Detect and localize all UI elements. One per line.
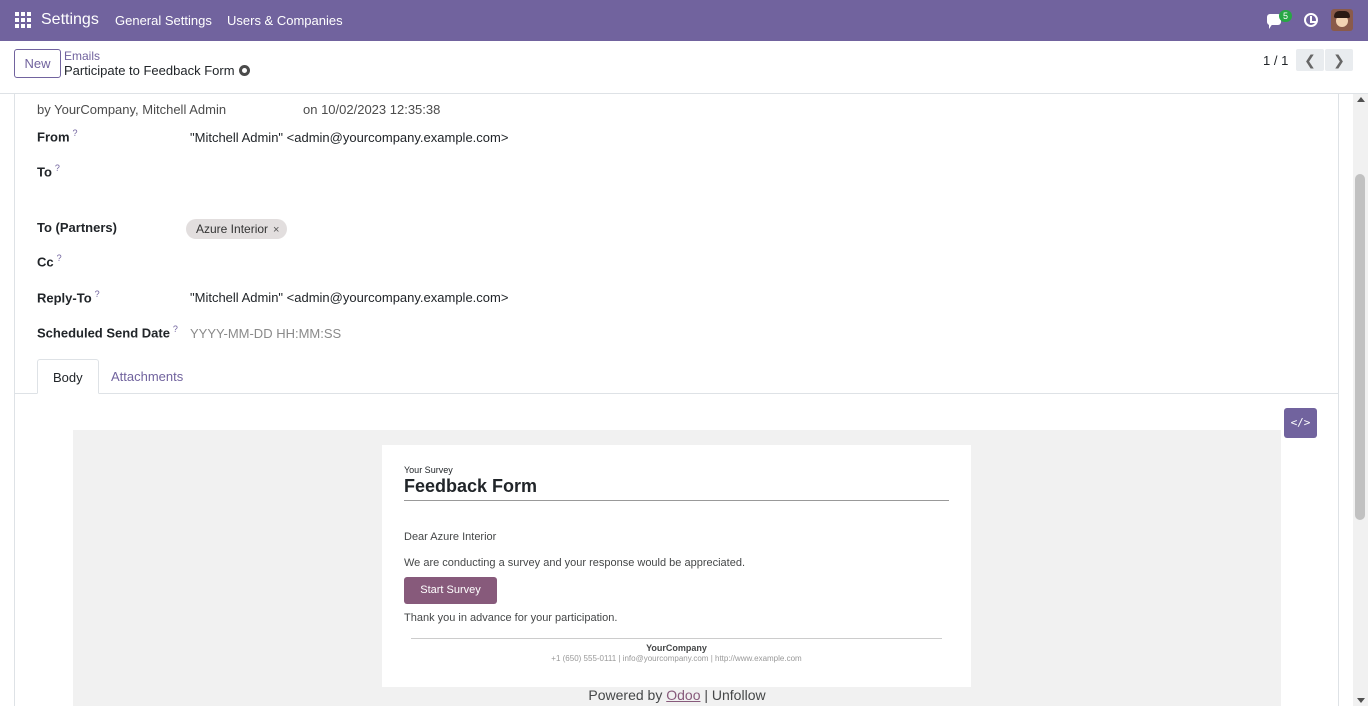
to-field[interactable] bbox=[190, 163, 590, 181]
from-field[interactable]: "Mitchell Admin" <admin@yourcompany.exam… bbox=[190, 130, 508, 145]
notebook-tabs: Body Attachments bbox=[15, 359, 1338, 394]
help-icon[interactable]: ? bbox=[55, 163, 60, 173]
powered-by: Powered by Odoo | Unfollow bbox=[588, 687, 766, 703]
menu-general-settings[interactable]: General Settings bbox=[115, 13, 212, 28]
scheduled-date-input[interactable]: YYYY-MM-DD HH:MM:SS bbox=[190, 326, 341, 341]
form-sheet: by YourCompany, Mitchell Admin on 10/02/… bbox=[14, 94, 1339, 706]
help-icon[interactable]: ? bbox=[73, 128, 78, 138]
chat-badge: 5 bbox=[1279, 10, 1293, 22]
app-title[interactable]: Settings bbox=[41, 11, 99, 29]
page-scrollbar[interactable] bbox=[1353, 94, 1368, 706]
scroll-down-arrow-icon[interactable] bbox=[1357, 698, 1365, 703]
email-body-preview: Your Survey Feedback Form Dear Azure Int… bbox=[73, 430, 1281, 706]
reply-to-field[interactable]: "Mitchell Admin" <admin@yourcompany.exam… bbox=[190, 290, 508, 305]
to-partners-label: To (Partners) bbox=[37, 220, 117, 235]
footer-contact: +1 (650) 555-0111 | info@yourcompany.com… bbox=[551, 654, 802, 663]
to-label: To? bbox=[37, 163, 60, 180]
help-icon[interactable]: ? bbox=[57, 253, 62, 263]
activity-clock-icon[interactable] bbox=[1304, 13, 1318, 27]
control-panel: New Emails Participate to Feedback Form … bbox=[0, 41, 1368, 94]
email-message: We are conducting a survey and your resp… bbox=[404, 557, 746, 569]
code-view-button[interactable]: </> bbox=[1284, 408, 1317, 438]
help-icon[interactable]: ? bbox=[95, 289, 100, 299]
message-date: on 10/02/2023 12:35:38 bbox=[303, 102, 441, 117]
partner-tag[interactable]: Azure Interior × bbox=[186, 219, 288, 239]
title-divider bbox=[404, 500, 949, 501]
message-author: by YourCompany, Mitchell Admin bbox=[37, 102, 227, 117]
menu-users-companies[interactable]: Users & Companies bbox=[227, 13, 343, 28]
apps-grid-icon[interactable] bbox=[15, 12, 31, 28]
scroll-thumb[interactable] bbox=[1355, 174, 1365, 520]
start-survey-button[interactable]: Start Survey bbox=[404, 577, 497, 604]
reply-to-label: Reply-To? bbox=[37, 289, 100, 306]
email-closing: Thank you in advance for your participat… bbox=[404, 612, 618, 624]
email-title: Feedback Form bbox=[404, 476, 538, 496]
scheduled-date-label: Scheduled Send Date? bbox=[37, 324, 178, 341]
scroll-up-arrow-icon[interactable] bbox=[1357, 97, 1365, 102]
from-label: From? bbox=[37, 128, 78, 145]
user-avatar[interactable] bbox=[1331, 9, 1353, 31]
top-navbar: Settings General Settings Users & Compan… bbox=[0, 0, 1368, 41]
remove-tag-icon[interactable]: × bbox=[273, 224, 279, 236]
cc-label: Cc? bbox=[37, 253, 62, 270]
email-kicker: Your Survey bbox=[404, 465, 453, 475]
footer-company: YourCompany bbox=[646, 643, 707, 653]
cc-field[interactable] bbox=[190, 253, 590, 271]
unfollow-link[interactable]: | Unfollow bbox=[700, 687, 765, 703]
email-card: Your Survey Feedback Form Dear Azure Int… bbox=[382, 445, 971, 687]
odoo-link[interactable]: Odoo bbox=[666, 687, 700, 703]
email-greeting: Dear Azure Interior bbox=[404, 531, 497, 543]
tab-attachments[interactable]: Attachments bbox=[96, 359, 198, 394]
tab-body[interactable]: Body bbox=[37, 359, 99, 394]
footer-divider bbox=[411, 638, 942, 639]
pager-previous-button[interactable]: ❮ bbox=[1296, 49, 1324, 71]
gear-icon[interactable] bbox=[239, 65, 250, 76]
pager-value[interactable]: 1 / 1 bbox=[1263, 53, 1288, 68]
help-icon[interactable]: ? bbox=[173, 324, 178, 334]
breadcrumb-parent[interactable]: Emails bbox=[64, 49, 100, 63]
breadcrumb-current: Participate to Feedback Form bbox=[64, 63, 235, 78]
new-button[interactable]: New bbox=[14, 49, 61, 78]
pager-next-button[interactable]: ❯ bbox=[1325, 49, 1353, 71]
